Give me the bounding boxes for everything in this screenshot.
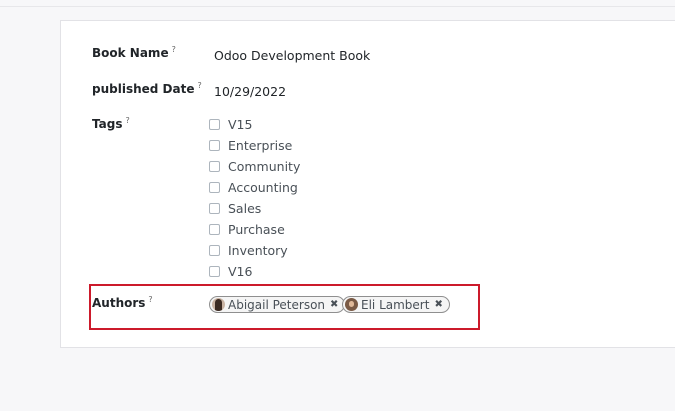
book-name-field[interactable]: Odoo Development Book (214, 48, 370, 63)
published-date-label: published Date? (92, 81, 202, 96)
tags-label-text: Tags (92, 117, 123, 131)
tag-label-accounting: Accounting (228, 179, 298, 195)
tag-option-accounting[interactable]: Accounting (209, 178, 298, 196)
tag-label-sales: Sales (228, 200, 262, 216)
checkbox-enterprise[interactable] (209, 139, 220, 151)
book-name-label-text: Book Name (92, 46, 169, 60)
authors-highlight-box (89, 284, 480, 330)
published-date-label-text: published Date (92, 82, 195, 96)
published-date-help-icon[interactable]: ? (197, 81, 201, 90)
book-name-help-icon[interactable]: ? (172, 45, 176, 54)
tag-option-purchase[interactable]: Purchase (209, 220, 285, 238)
tag-label-purchase: Purchase (228, 221, 285, 237)
tag-label-v16: V16 (228, 263, 253, 279)
tag-label-inventory: Inventory (228, 242, 288, 258)
tag-option-enterprise[interactable]: Enterprise (209, 136, 292, 154)
top-bar (0, 0, 675, 7)
published-date-field[interactable]: 10/29/2022 (214, 84, 286, 99)
checkbox-v16[interactable] (209, 265, 220, 277)
tag-option-inventory[interactable]: Inventory (209, 241, 288, 259)
tags-help-icon[interactable]: ? (125, 116, 129, 125)
tag-label-community: Community (228, 158, 301, 174)
checkbox-purchase[interactable] (209, 223, 220, 235)
tag-label-v15: V15 (228, 116, 253, 132)
checkbox-sales[interactable] (209, 202, 220, 214)
tag-option-community[interactable]: Community (209, 157, 300, 175)
checkbox-v15[interactable] (209, 118, 220, 130)
tag-option-v15[interactable]: V15 (209, 115, 252, 133)
checkbox-inventory[interactable] (209, 244, 220, 256)
checkbox-accounting[interactable] (209, 181, 220, 193)
tags-label: Tags? (92, 116, 130, 131)
checkbox-community[interactable] (209, 160, 220, 172)
tag-label-enterprise: Enterprise (228, 137, 293, 153)
tag-option-sales[interactable]: Sales (209, 199, 261, 217)
book-name-label: Book Name? (92, 45, 176, 60)
tag-option-v16[interactable]: V16 (209, 262, 252, 280)
